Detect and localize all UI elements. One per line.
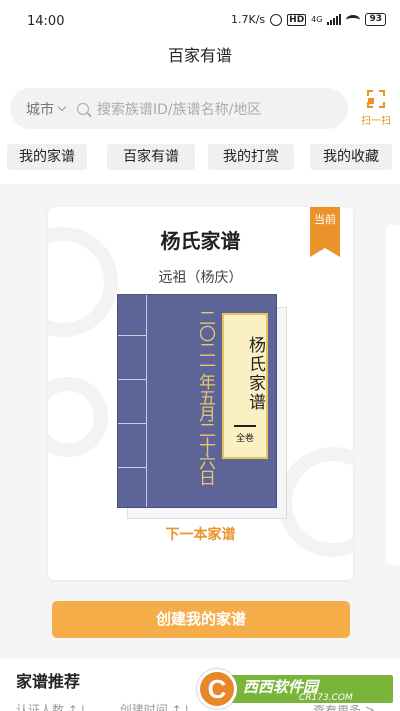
scan-button[interactable]: 扫一扫: [359, 90, 393, 127]
sort-verified-count[interactable]: 认证人数 ↑↓: [16, 703, 88, 711]
watermark-logo: 西西软件园 CR173.COM C: [197, 669, 395, 709]
ancestor-label: 远祖（杨庆）: [158, 270, 243, 286]
book-label: 杨氏家谱 全卷: [222, 313, 268, 459]
city-label: 城市: [26, 101, 54, 118]
tab-my-genealogy[interactable]: 我的家谱: [7, 144, 87, 170]
book-volume: 全卷: [235, 434, 254, 444]
tab-my-rewards[interactable]: 我的打赏: [208, 144, 294, 170]
book-cover[interactable]: 二〇二一年五月二十六日 杨氏家谱 全卷: [117, 294, 277, 508]
create-genealogy-button[interactable]: 创建我的家谱: [52, 601, 350, 638]
book-name: 杨氏家谱: [245, 336, 265, 412]
status-time: 14:00: [27, 14, 65, 29]
quick-tabs: 我的家谱 百家有谱 我的打赏 我的收藏: [0, 138, 400, 184]
genealogy-card[interactable]: 杨氏家谱 当前 远祖（杨庆） 二〇二一年五月二十六日 杨氏家谱 全卷 下一本家谱: [48, 207, 353, 580]
recommend-sort: 认证人数 ↑↓ 创建时间 ↑↓: [16, 701, 220, 711]
book-date: 二〇二一年五月二十六日: [195, 309, 215, 485]
search-input[interactable]: 搜索族谱ID/族谱名称/地区: [97, 99, 261, 119]
book-spine: [146, 295, 147, 507]
search-bar[interactable]: 城市 搜索族谱ID/族谱名称/地区: [10, 88, 348, 129]
network-type: 4G: [311, 14, 323, 24]
page-title: 百家有谱: [0, 42, 400, 80]
search-row: 城市 搜索族谱ID/族谱名称/地区 扫一扫: [0, 80, 400, 138]
tab-baijia[interactable]: 百家有谱: [107, 144, 195, 170]
watermark-url: CR173.COM: [299, 693, 353, 703]
city-selector[interactable]: 城市: [26, 99, 67, 119]
scan-label: 扫一扫: [361, 116, 391, 127]
scan-icon: [367, 90, 385, 108]
chevron-down-icon: [57, 102, 67, 111]
background-pattern: [48, 377, 108, 457]
next-card-peek[interactable]: [386, 225, 400, 565]
hd-icon: HD: [287, 13, 307, 26]
network-speed: 1.7K/s: [231, 13, 266, 26]
tab-my-favorites[interactable]: 我的收藏: [310, 144, 392, 170]
status-bar: 14:00 1.7K/s HD 4G 93: [0, 0, 400, 42]
signal-icon: [327, 14, 342, 25]
alarm-icon: [270, 13, 283, 26]
recommend-title: 家谱推荐: [16, 672, 81, 691]
wifi-icon: [346, 14, 361, 25]
watermark-icon: C: [197, 669, 237, 709]
next-genealogy-link[interactable]: 下一本家谱: [48, 524, 353, 544]
battery-icon: 93: [365, 13, 386, 26]
status-icons: 1.7K/s HD 4G 93: [231, 13, 386, 26]
card-title: 杨氏家谱: [160, 229, 241, 253]
sort-created-time[interactable]: 创建时间 ↑↓: [120, 703, 192, 711]
search-icon: [77, 102, 89, 115]
